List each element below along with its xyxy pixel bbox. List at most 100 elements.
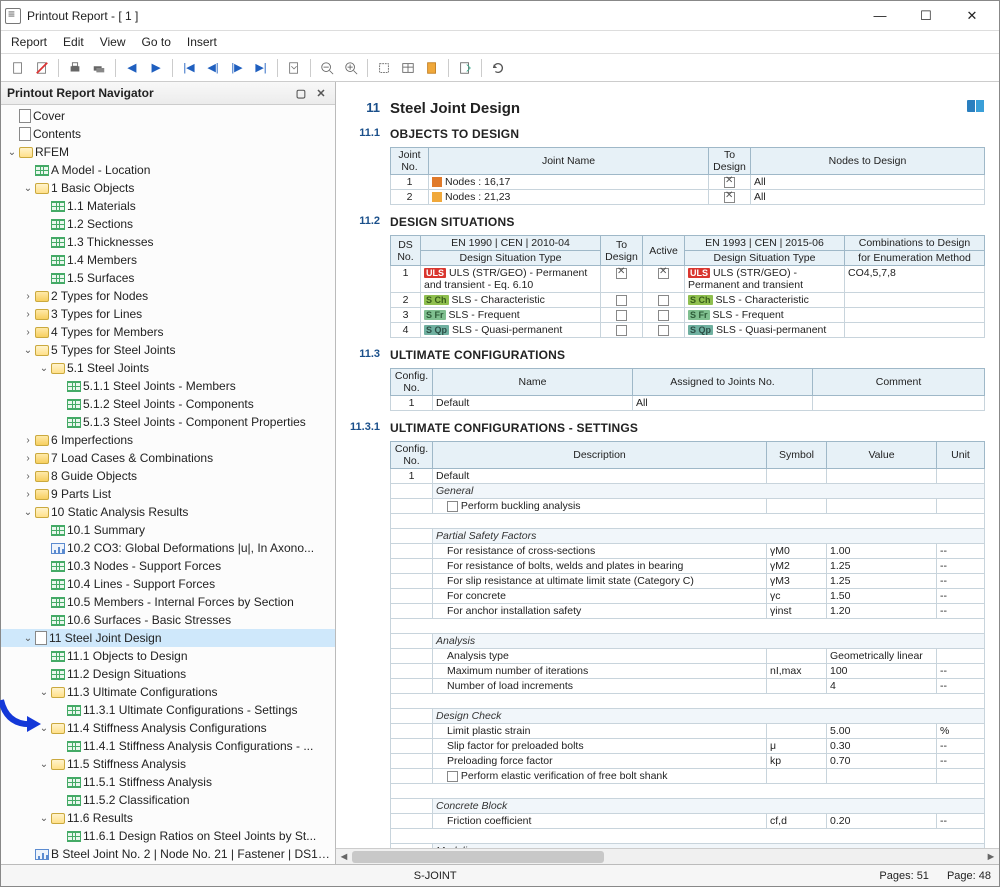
- tree-item[interactable]: ›4 Types for Members: [1, 323, 335, 341]
- zoom-in-icon[interactable]: [340, 57, 362, 79]
- nav-last-icon[interactable]: ▶|: [250, 57, 272, 79]
- tree-item[interactable]: ⌄10 Static Analysis Results: [1, 503, 335, 521]
- close-button[interactable]: ✕: [949, 1, 995, 31]
- menu-view[interactable]: View: [100, 35, 126, 49]
- print-icon[interactable]: [64, 57, 86, 79]
- expand-icon[interactable]: ›: [21, 291, 35, 302]
- tree-item[interactable]: ›7 Load Cases & Combinations: [1, 449, 335, 467]
- nav-prev-icon[interactable]: ◀: [121, 57, 143, 79]
- tree-item[interactable]: 11.4.1 Stiffness Analysis Configurations…: [1, 737, 335, 755]
- table-row: Modeling: [391, 844, 985, 849]
- nav-back-icon[interactable]: ◀|: [202, 57, 224, 79]
- expand-icon[interactable]: ⌄: [21, 633, 35, 644]
- expand-icon[interactable]: ›: [21, 471, 35, 482]
- horizontal-scrollbar[interactable]: ◄ ►: [336, 848, 999, 864]
- tree-item[interactable]: 11.5.2 Classification: [1, 791, 335, 809]
- menu-goto[interactable]: Go to: [142, 35, 171, 49]
- grid-icon: [35, 165, 49, 176]
- export-icon[interactable]: [454, 57, 476, 79]
- table-icon[interactable]: [397, 57, 419, 79]
- expand-icon[interactable]: ›: [21, 435, 35, 446]
- delete-icon[interactable]: [31, 57, 53, 79]
- tree-item[interactable]: 1.1 Materials: [1, 197, 335, 215]
- scroll-left-icon[interactable]: ◄: [336, 851, 352, 863]
- section-number: 11.3.1: [344, 421, 390, 435]
- tree-item[interactable]: 1.2 Sections: [1, 215, 335, 233]
- grid-icon: [67, 417, 81, 428]
- tree-item[interactable]: 1.3 Thicknesses: [1, 233, 335, 251]
- expand-icon[interactable]: ›: [21, 327, 35, 338]
- expand-icon[interactable]: ⌄: [21, 507, 35, 518]
- tree-item[interactable]: 5.1.3 Steel Joints - Component Propertie…: [1, 413, 335, 431]
- tree-item[interactable]: ⌄11.6 Results: [1, 809, 335, 827]
- tree-item[interactable]: 10.2 CO3: Global Deformations |u|, In Ax…: [1, 539, 335, 557]
- tree-item[interactable]: 10.4 Lines - Support Forces: [1, 575, 335, 593]
- nav-fwd-icon[interactable]: |▶: [226, 57, 248, 79]
- tree-item[interactable]: Contents: [1, 125, 335, 143]
- tree-item[interactable]: 11.5.1 Stiffness Analysis: [1, 773, 335, 791]
- zoom-out-icon[interactable]: [316, 57, 338, 79]
- expand-icon[interactable]: ⌄: [37, 363, 51, 374]
- tree-item[interactable]: 10.6 Surfaces - Basic Stresses: [1, 611, 335, 629]
- tree-item[interactable]: 5.1.2 Steel Joints - Components: [1, 395, 335, 413]
- tree-item[interactable]: ⌄11.5 Stiffness Analysis: [1, 755, 335, 773]
- tree-item[interactable]: 11.2 Design Situations: [1, 665, 335, 683]
- tree-item[interactable]: 5.1.1 Steel Joints - Members: [1, 377, 335, 395]
- section-title: ULTIMATE CONFIGURATIONS: [390, 348, 985, 362]
- tree-item[interactable]: 11.1 Objects to Design: [1, 647, 335, 665]
- select-icon[interactable]: [373, 57, 395, 79]
- tree-item[interactable]: ⌄RFEM: [1, 143, 335, 161]
- tree-item[interactable]: ›2 Types for Nodes: [1, 287, 335, 305]
- tree-item[interactable]: B Steel Joint No. 2 | Node No. 21 | Fast…: [1, 845, 335, 863]
- tree-item[interactable]: 10.3 Nodes - Support Forces: [1, 557, 335, 575]
- expand-icon[interactable]: ⌄: [5, 147, 19, 158]
- expand-icon[interactable]: ›: [21, 489, 35, 500]
- menu-edit[interactable]: Edit: [63, 35, 84, 49]
- expand-icon[interactable]: ⌄: [37, 759, 51, 770]
- new-icon[interactable]: [7, 57, 29, 79]
- tree-item[interactable]: ⌄11.4 Stiffness Analysis Configurations: [1, 719, 335, 737]
- tree-item[interactable]: ›3 Types for Lines: [1, 305, 335, 323]
- tree-item[interactable]: Cover: [1, 107, 335, 125]
- tree-item[interactable]: 10.1 Summary: [1, 521, 335, 539]
- report-content: 11 Steel Joint Design 11.1 OBJECTS TO DE…: [336, 82, 999, 848]
- grid-icon: [51, 525, 65, 536]
- maximize-button[interactable]: ☐: [903, 1, 949, 31]
- navigator-tree[interactable]: CoverContents⌄RFEMA Model - Location⌄1 B…: [1, 105, 335, 864]
- expand-icon[interactable]: ⌄: [21, 345, 35, 356]
- page-goto-icon[interactable]: [283, 57, 305, 79]
- minimize-button[interactable]: —: [857, 1, 903, 31]
- tree-item[interactable]: ›9 Parts List: [1, 485, 335, 503]
- tree-item[interactable]: ⌄5.1 Steel Joints: [1, 359, 335, 377]
- pin-icon[interactable]: ▢: [293, 85, 309, 101]
- expand-icon[interactable]: ›: [21, 309, 35, 320]
- tree-item[interactable]: 1.5 Surfaces: [1, 269, 335, 287]
- refresh-icon[interactable]: [487, 57, 509, 79]
- tree-item[interactable]: 11.3.1 Ultimate Configurations - Setting…: [1, 701, 335, 719]
- expand-icon[interactable]: ›: [21, 453, 35, 464]
- tree-item[interactable]: 11.6.1 Design Ratios on Steel Joints by …: [1, 827, 335, 845]
- tree-item-label: 11.1 Objects to Design: [67, 649, 188, 663]
- expand-icon[interactable]: ⌄: [37, 813, 51, 824]
- tree-item[interactable]: 10.5 Members - Internal Forces by Sectio…: [1, 593, 335, 611]
- tree-item[interactable]: A Model - Location: [1, 161, 335, 179]
- expand-icon[interactable]: ⌄: [21, 183, 35, 194]
- toggle-icon[interactable]: [421, 57, 443, 79]
- tree-item[interactable]: ⌄5 Types for Steel Joints: [1, 341, 335, 359]
- scroll-right-icon[interactable]: ►: [983, 851, 999, 863]
- panel-close-icon[interactable]: ✕: [313, 85, 329, 101]
- tree-item[interactable]: ›6 Imperfections: [1, 431, 335, 449]
- th-to-design: To Design: [709, 148, 751, 175]
- menu-report[interactable]: Report: [11, 35, 47, 49]
- tree-item[interactable]: ›8 Guide Objects: [1, 467, 335, 485]
- print-all-icon[interactable]: [88, 57, 110, 79]
- titlebar: Printout Report - [ 1 ] — ☐ ✕: [1, 1, 999, 31]
- tree-item[interactable]: ⌄11 Steel Joint Design: [1, 629, 335, 647]
- tree-item[interactable]: ⌄1 Basic Objects: [1, 179, 335, 197]
- nav-next-icon[interactable]: ▶: [145, 57, 167, 79]
- menu-insert[interactable]: Insert: [187, 35, 217, 49]
- grid-icon: [51, 237, 65, 248]
- tree-item[interactable]: 1.4 Members: [1, 251, 335, 269]
- tree-item[interactable]: ⌄11.3 Ultimate Configurations: [1, 683, 335, 701]
- nav-first-icon[interactable]: |◀: [178, 57, 200, 79]
